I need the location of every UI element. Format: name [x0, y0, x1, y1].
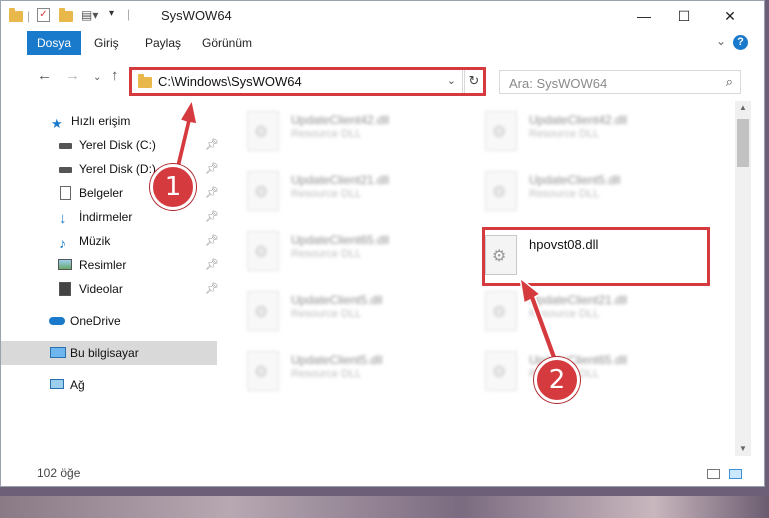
step-1-badge: 1: [150, 164, 196, 210]
annotation-arrows: [171, 97, 559, 365]
arrow-2: [518, 276, 559, 365]
step-2-badge: 2: [534, 357, 580, 403]
